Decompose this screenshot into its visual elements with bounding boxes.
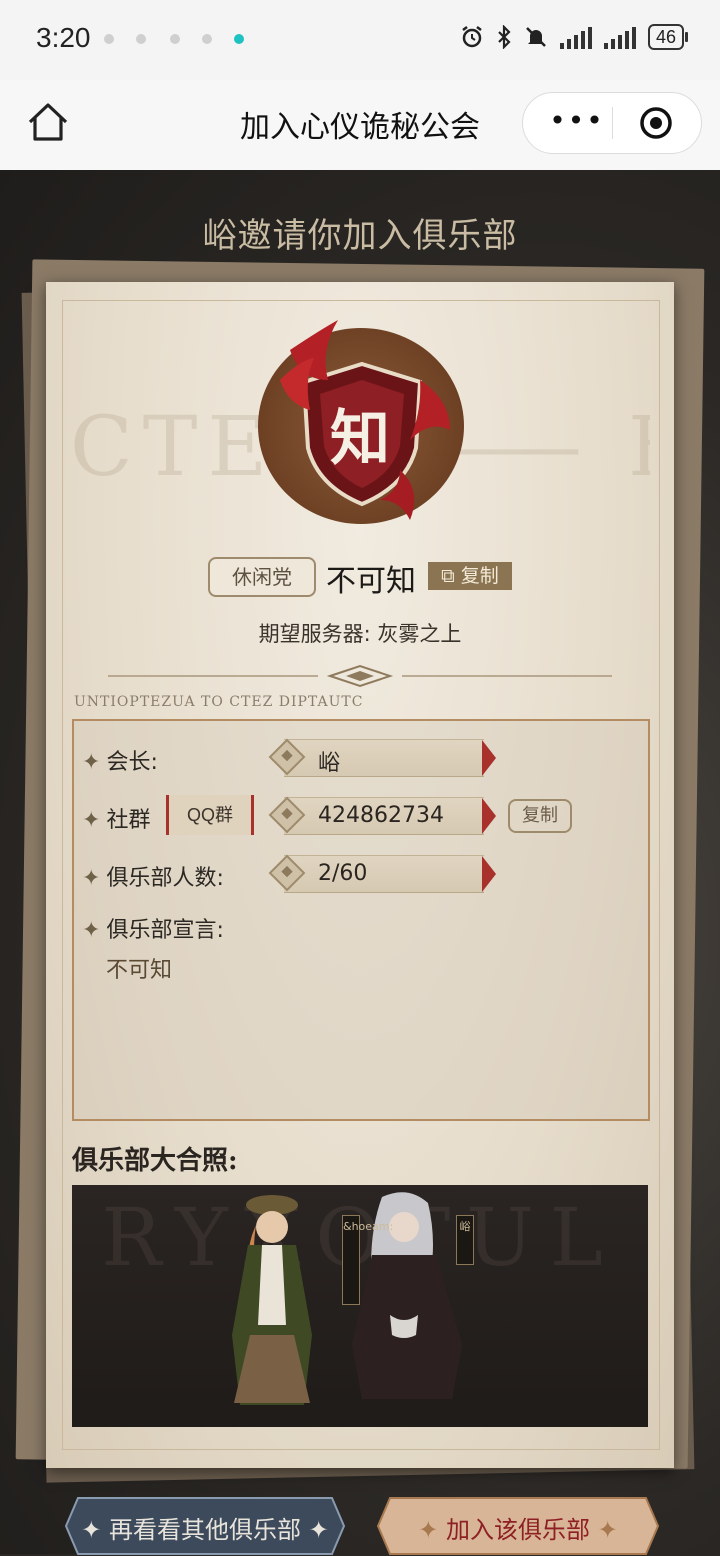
members-field: 2/60	[268, 854, 496, 893]
member-nameplate: 峪	[456, 1215, 474, 1265]
members-label: ✦ 俱乐部人数:	[82, 866, 224, 891]
browse-label: ✦ 再看看其他俱乐部 ✦	[81, 1516, 329, 1544]
ornamental-divider	[108, 664, 612, 688]
club-name: 不可知	[326, 564, 416, 599]
leader-value: 峪	[318, 751, 341, 776]
battery-icon: 46	[647, 24, 689, 50]
expected-server: 期望服务器: 灰雾之上	[258, 622, 462, 646]
status-bar: 3:20 46	[0, 0, 720, 80]
notification-icon	[202, 34, 212, 44]
star-icon: ✦	[82, 808, 101, 833]
copy-name-label: 复制	[460, 565, 499, 587]
leader-label: ✦ 会长:	[82, 750, 158, 775]
join-club-button[interactable]: ✦ 加入该俱乐部 ✦	[376, 1496, 660, 1556]
mini-program-capsule: •••	[522, 92, 702, 154]
pill-endcap	[482, 740, 496, 776]
decorative-script-line: UNTIOPTEZUA TO CTEZ DIPTAUTC	[74, 694, 364, 710]
mute-icon	[526, 27, 546, 47]
signal-icon	[603, 25, 636, 49]
group-type-tag: QQ群	[166, 795, 254, 835]
star-icon: ✦	[82, 918, 101, 943]
declaration-label: ✦ 俱乐部宣言:	[82, 918, 224, 943]
alarm-icon	[462, 26, 482, 48]
group-photo-title: 俱乐部大合照:	[72, 1146, 238, 1176]
declaration-text: 不可知	[106, 958, 173, 983]
notification-icon	[136, 34, 146, 44]
group-photo: RYXOTUL &hoeam: 峪	[72, 1185, 648, 1427]
pill-endcap	[482, 798, 496, 834]
invite-title: 峪邀请你加入俱乐部	[202, 216, 518, 256]
leader-field: 峪	[268, 738, 496, 777]
join-label: ✦ 加入该俱乐部 ✦	[418, 1516, 618, 1544]
more-button[interactable]: •••	[547, 105, 607, 141]
notification-icon	[104, 34, 114, 44]
club-tag: 休闲党	[208, 557, 316, 597]
emblem-character: 知	[330, 404, 390, 474]
notification-icon	[170, 34, 180, 44]
group-label: ✦ 社群	[82, 808, 151, 833]
star-icon: ✦	[82, 866, 101, 891]
group-number: 424862734	[318, 803, 444, 828]
star-icon: ✦	[301, 1516, 329, 1544]
bluetooth-icon	[498, 25, 511, 49]
nav-bar: 加入心仪诡秘公会 •••	[0, 80, 720, 170]
copy-name-button[interactable]: ⧉ 复制	[428, 562, 512, 590]
member-nameplate: &hoeam:	[342, 1215, 393, 1305]
status-time: 3:20	[36, 22, 91, 53]
browse-other-clubs-button[interactable]: ✦ 再看看其他俱乐部 ✦	[64, 1496, 346, 1556]
star-icon: ✦	[590, 1516, 618, 1544]
star-icon: ✦	[81, 1516, 109, 1544]
star-icon: ✦	[82, 750, 101, 775]
close-mini-program-icon[interactable]	[639, 106, 673, 140]
capsule-divider	[612, 107, 613, 139]
star-icon: ✦	[418, 1516, 446, 1544]
group-number-field: 424862734	[268, 796, 496, 835]
pill-endcap	[482, 856, 496, 892]
signal-icon	[559, 25, 592, 49]
system-icons: 46	[460, 24, 689, 50]
copy-icon: ⧉	[441, 565, 455, 587]
members-count: 2/60	[318, 861, 368, 886]
club-emblem: 知	[250, 320, 470, 530]
notification-icon	[234, 34, 244, 44]
copy-group-button[interactable]: 复制	[508, 799, 572, 833]
